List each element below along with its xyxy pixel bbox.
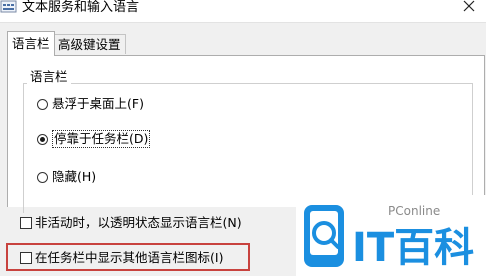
tab-advanced-key-settings[interactable]: 高级键设置 bbox=[53, 34, 126, 54]
radio-button[interactable] bbox=[37, 171, 48, 183]
window-title: 文本服务和输入语言 bbox=[22, 0, 140, 15]
title-bar: 文本服务和输入语言 bbox=[0, 0, 486, 23]
tab-label: 语言栏 bbox=[12, 36, 50, 51]
radio-label: 隐藏(H) bbox=[52, 169, 97, 184]
radio-dock-in-taskbar[interactable]: 停靠于任务栏(D) bbox=[37, 130, 151, 148]
radio-button[interactable] bbox=[37, 133, 48, 145]
group-label: 语言栏 bbox=[27, 69, 71, 85]
radio-button[interactable] bbox=[37, 98, 48, 110]
watermark-logo: IT百科 bbox=[304, 205, 474, 271]
radio-float-on-desktop[interactable]: 悬浮于桌面上(F) bbox=[37, 95, 144, 113]
checkbox-transparent-when-inactive[interactable]: 非活动时，以透明状态显示语言栏(N) bbox=[20, 214, 242, 232]
logo-text: IT百科 bbox=[352, 225, 474, 271]
radio-label: 停靠于任务栏(D) bbox=[52, 130, 151, 148]
highlight-frame bbox=[6, 243, 250, 271]
close-button[interactable] bbox=[454, 0, 486, 18]
radio-label: 悬浮于桌面上(F) bbox=[52, 96, 144, 111]
close-icon bbox=[463, 0, 475, 12]
app-icon bbox=[0, 0, 18, 14]
checkbox-label: 非活动时，以透明状态显示语言栏(N) bbox=[35, 215, 242, 230]
radio-hidden[interactable]: 隐藏(H) bbox=[37, 168, 96, 186]
tab-label: 高级键设置 bbox=[58, 37, 121, 52]
tab-language-bar[interactable]: 语言栏 bbox=[7, 31, 55, 56]
checkbox[interactable] bbox=[20, 217, 32, 229]
